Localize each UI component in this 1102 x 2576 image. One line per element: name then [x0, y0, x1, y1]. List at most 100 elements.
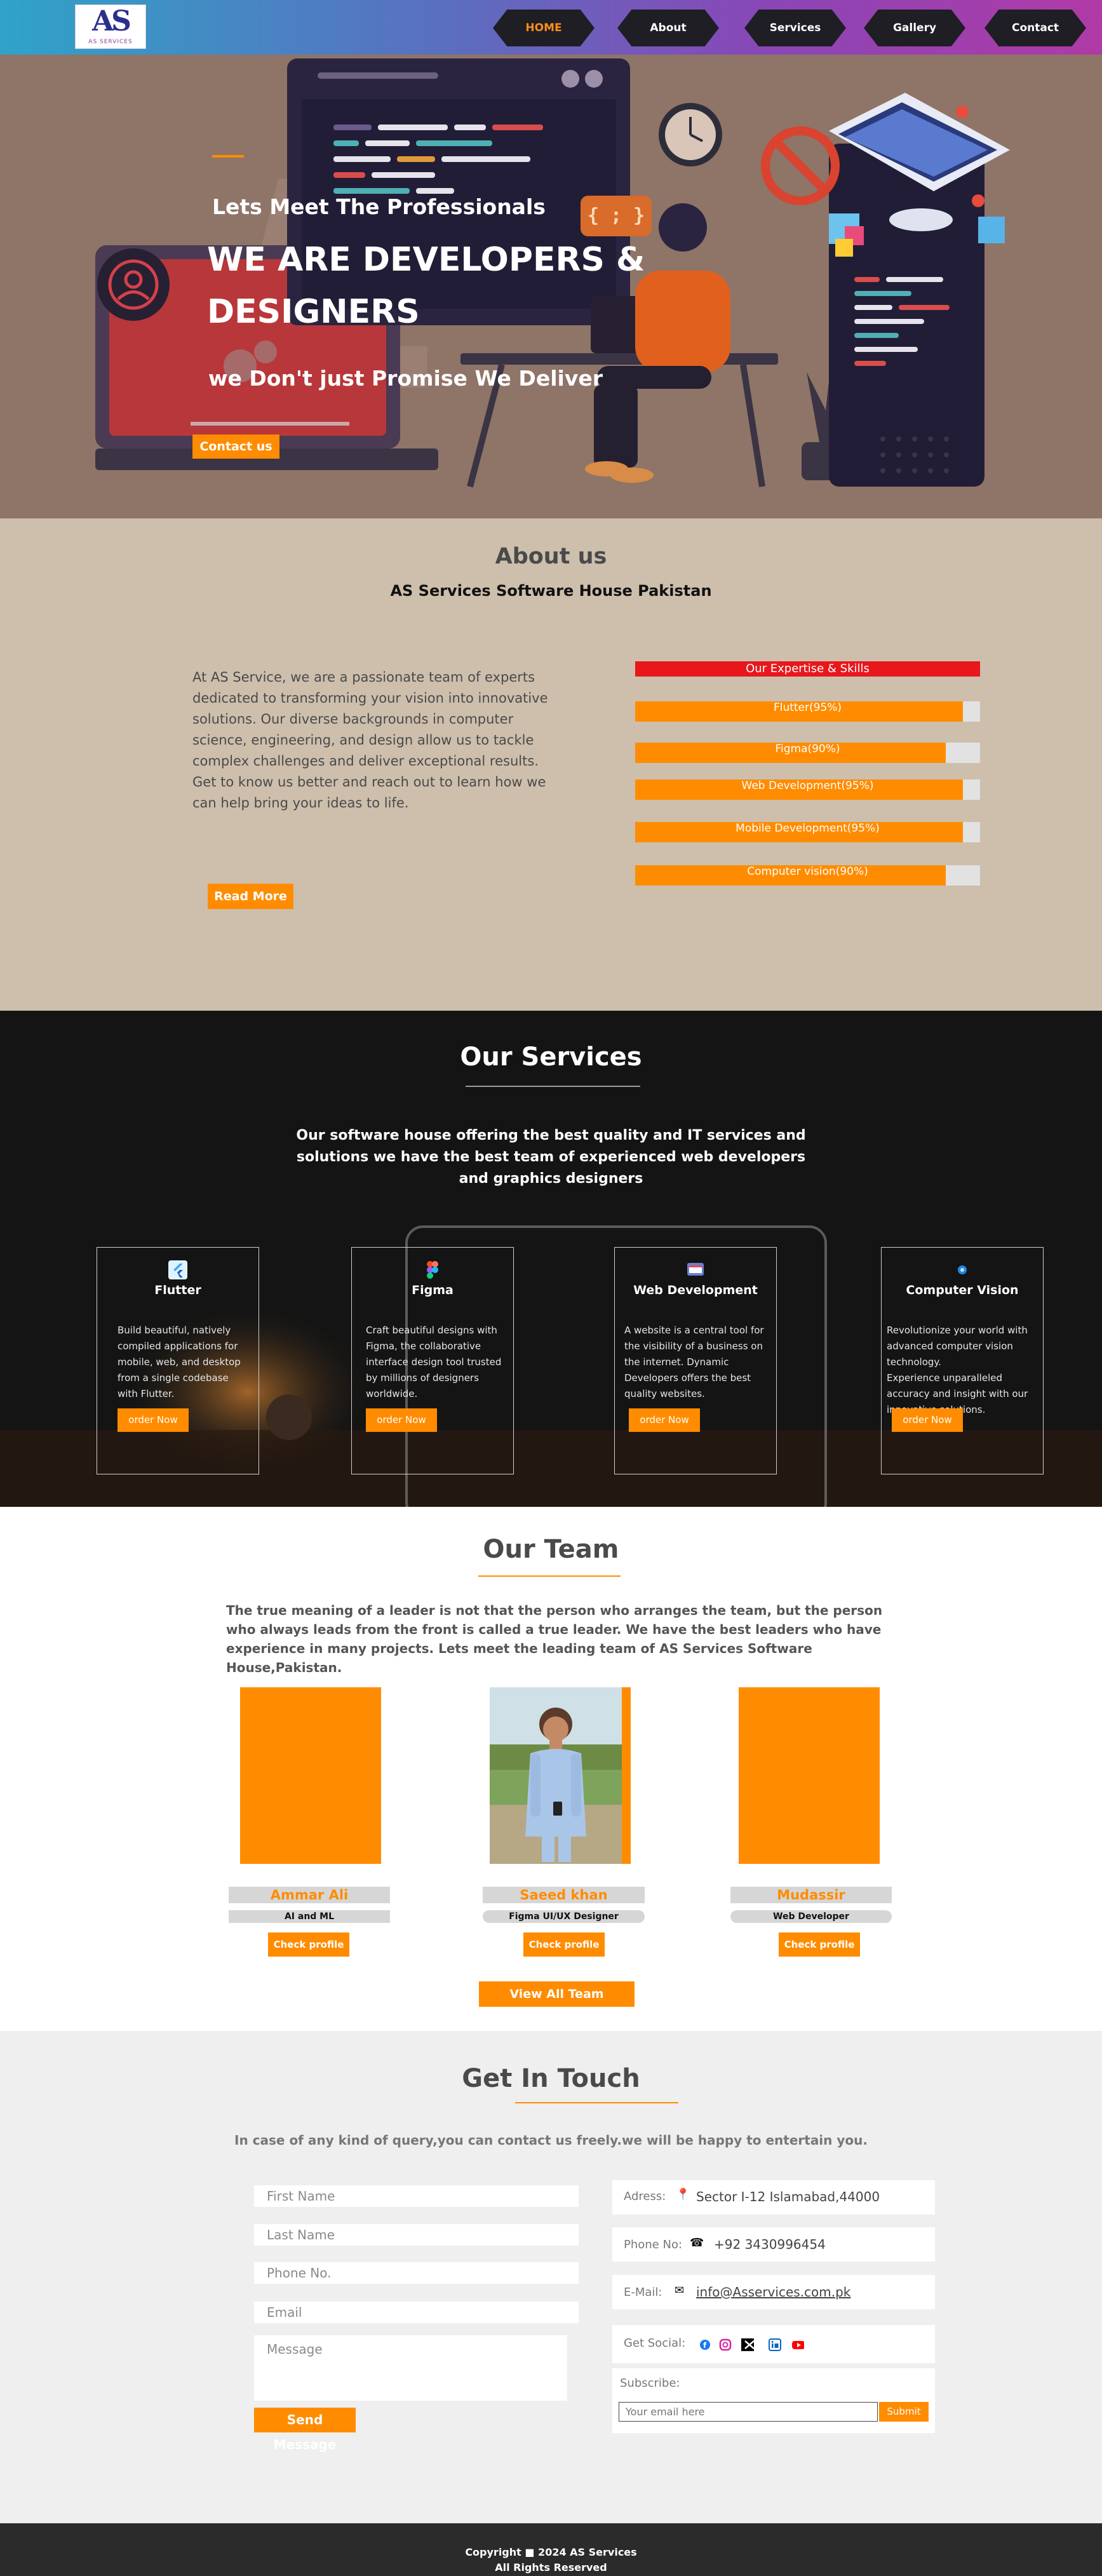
skill-bar-flutter: Flutter(95%)	[635, 701, 980, 722]
skill-bar-computer-vision: Computer vision(90%)	[635, 865, 980, 886]
service-name: Figma	[412, 1283, 454, 1297]
youtube-icon[interactable]	[791, 2338, 804, 2351]
subscribe-email-input[interactable]	[619, 2402, 878, 2422]
code-badge: { ; }	[587, 205, 645, 227]
member-name: Saeed khan	[483, 1887, 645, 1903]
service-card-computer-vision[interactable]: Computer Vision Revolutionize your world…	[881, 1247, 1044, 1474]
phone-value: +92 3430996454	[714, 2237, 826, 2252]
last-name-field[interactable]	[254, 2224, 579, 2246]
first-name-field[interactable]	[254, 2185, 579, 2207]
service-description: Craft beautiful designs with Figma, the …	[366, 1323, 501, 1402]
rights-text: All Rights Reserved	[495, 2561, 607, 2573]
contact-section: Get In Touch In case of any kind of quer…	[0, 2031, 1102, 2523]
read-more-button[interactable]: Read More	[208, 884, 293, 909]
email-field[interactable]	[254, 2302, 579, 2323]
check-profile-button[interactable]: Check profile	[268, 1932, 349, 1957]
contact-us-button[interactable]: Contact us	[192, 435, 279, 459]
about-paragraph-2: Get to know us better and reach out to l…	[192, 774, 546, 811]
nav-gallery[interactable]: Gallery	[864, 10, 965, 46]
service-description: A website is a central tool for the visi…	[624, 1323, 764, 1402]
service-desc-line: Experience unparalleled	[887, 1372, 1002, 1384]
phone-icon: ☎	[690, 2236, 704, 2249]
svg-text:f: f	[703, 2341, 707, 2350]
contact-divider	[515, 2102, 678, 2103]
skill-label: Computer vision(90%)	[747, 865, 868, 878]
service-desc-line: mobile, web, and desktop	[118, 1356, 241, 1368]
service-card-flutter[interactable]: Flutter Build beautiful, natively compil…	[97, 1247, 259, 1474]
service-description: Build beautiful, natively compiled appli…	[118, 1323, 241, 1402]
member-name: Ammar Ali	[229, 1887, 390, 1903]
service-desc-line: Figma, the collaborative	[366, 1340, 481, 1352]
service-description: Revolutionize your world with advanced c…	[887, 1323, 1028, 1418]
location-pin-icon: 📍	[676, 2188, 690, 2201]
order-now-button[interactable]: order Now	[629, 1408, 700, 1432]
skill-label: Web Development(95%)	[741, 779, 874, 792]
brand-logo[interactable]: AS AS SERVICES	[75, 4, 146, 49]
contact-title: Get In Touch	[462, 2064, 640, 2093]
facebook-icon[interactable]: f	[699, 2338, 711, 2351]
nav-contact[interactable]: Contact	[984, 10, 1086, 46]
subscribe-label: Subscribe:	[620, 2377, 680, 2390]
address-value: Sector I-12 Islamabad,44000	[696, 2189, 880, 2204]
x-twitter-icon[interactable]	[741, 2338, 754, 2351]
member-portrait	[490, 1687, 622, 1864]
subscribe-submit-button[interactable]: Submit	[879, 2402, 929, 2422]
order-now-button[interactable]: order Now	[118, 1408, 189, 1432]
skill-label: Figma(90%)	[775, 743, 840, 755]
check-profile-button[interactable]: Check profile	[523, 1932, 605, 1957]
instagram-icon[interactable]	[719, 2338, 732, 2351]
nav-about[interactable]: About	[617, 10, 719, 46]
check-profile-button[interactable]: Check profile	[779, 1932, 860, 1957]
skill-label: Mobile Development(95%)	[736, 822, 880, 835]
copyright-text: Copyright ■ 2024 AS Services	[465, 2546, 637, 2558]
order-now-button[interactable]: order Now	[892, 1408, 963, 1432]
service-desc-line: A website is a central tool for	[624, 1325, 764, 1336]
service-desc-line: interface design tool trusted	[366, 1356, 502, 1368]
service-desc-line: Revolutionize your world with	[887, 1325, 1028, 1336]
member-photo	[490, 1687, 631, 1864]
address-label: Adress:	[624, 2190, 666, 2203]
service-desc-line: Developers offers the best	[624, 1372, 751, 1384]
service-desc-line: with Flutter.	[118, 1388, 175, 1399]
skills-heading: Our Expertise & Skills	[635, 661, 980, 677]
about-description: At AS Service, we are a passionate team …	[192, 667, 561, 814]
vision-icon	[953, 1260, 972, 1279]
email-link[interactable]: info@Asservices.com.pk	[696, 2284, 850, 2300]
member-photo-placeholder	[240, 1687, 381, 1864]
service-card-web-development[interactable]: Web Development A website is a central t…	[614, 1247, 777, 1474]
services-section: Our Services Our software house offering…	[0, 1011, 1102, 1507]
contact-intro: In case of any kind of query,you can con…	[234, 2133, 868, 2148]
phone-label: Phone No:	[624, 2238, 683, 2251]
service-desc-line: technology.	[887, 1356, 941, 1368]
service-card-figma[interactable]: Figma Craft beautiful designs with Figma…	[351, 1247, 514, 1474]
about-subtitle: AS Services Software House Pakistan	[390, 582, 712, 600]
services-intro: Our software house offering the best qua…	[296, 1128, 806, 1187]
service-desc-line: worldwide.	[366, 1388, 418, 1399]
navbar: AS AS SERVICES HOME About Services Galle…	[0, 0, 1102, 55]
send-message-button[interactable]: Send Message	[254, 2408, 356, 2452]
order-now-button[interactable]: order Now	[366, 1408, 437, 1432]
hero-section: #	[0, 55, 1102, 518]
services-divider	[466, 1086, 640, 1087]
linkedin-icon[interactable]	[769, 2338, 781, 2351]
service-desc-line: the visibility of a business on	[624, 1340, 763, 1352]
skill-bar-web-development: Web Development(95%)	[635, 779, 980, 800]
service-desc-line: Build beautiful, natively	[118, 1325, 231, 1336]
skill-bar-figma: Figma(90%)	[635, 743, 980, 763]
service-desc-line: by millions of designers	[366, 1372, 479, 1384]
about-paragraph-1: At AS Service, we are a passionate team …	[192, 670, 548, 769]
view-all-team-button[interactable]: View All Team Members	[479, 1981, 635, 2026]
phone-box: Phone No: ☎ +92 3430996454	[612, 2227, 935, 2262]
figma-icon	[423, 1260, 442, 1279]
member-photo-placeholder	[739, 1687, 880, 1864]
member-role: Web Developer	[730, 1910, 892, 1923]
social-box: Get Social: f	[612, 2325, 935, 2363]
phone-field[interactable]	[254, 2262, 579, 2284]
message-field[interactable]	[254, 2335, 567, 2401]
address-box: Adress: 📍 Sector I-12 Islamabad,44000	[612, 2180, 935, 2215]
nav-services[interactable]: Services	[744, 10, 846, 46]
member-role: Figma UI/UX Designer	[483, 1910, 645, 1923]
nav-home[interactable]: HOME	[493, 10, 595, 46]
hero-tagline: we Don't just Promise We Deliver	[208, 366, 603, 391]
skill-label: Flutter(95%)	[773, 701, 842, 714]
